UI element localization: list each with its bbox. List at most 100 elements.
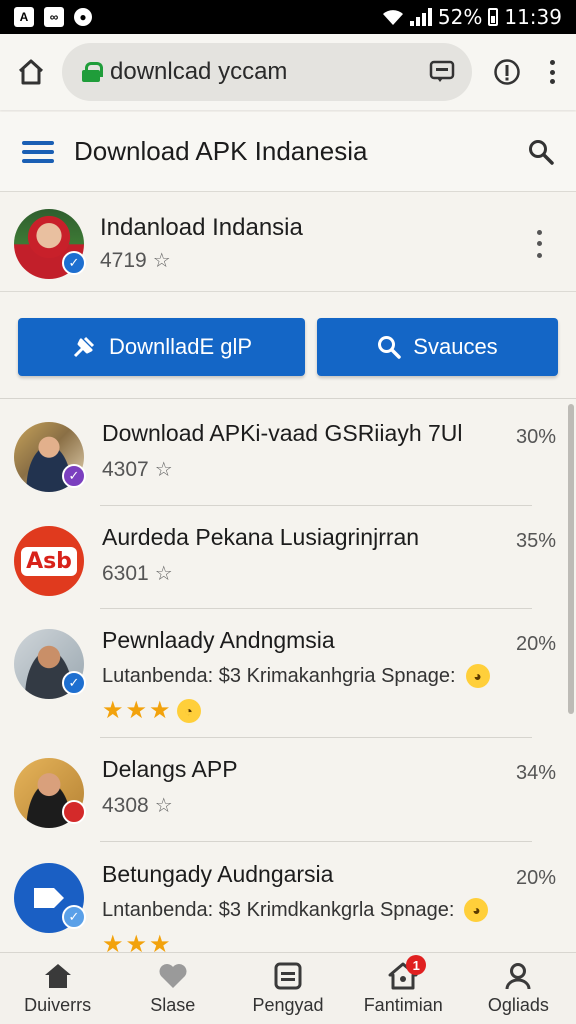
document-icon — [273, 961, 303, 991]
search-icon — [378, 336, 402, 359]
avatar: ✓ — [14, 422, 86, 492]
verified-badge-icon: ✓ — [62, 905, 86, 929]
search-button[interactable]: Svauces — [317, 318, 558, 376]
item-description: Lutanbenda: $3 Krimakanhgria Spnage: — [102, 664, 456, 687]
item-percent: 20% — [515, 867, 556, 889]
item-title: Aurdeda Pekana Lusiagrinjrran — [102, 524, 420, 550]
star-filled-icon: ★ — [149, 697, 171, 724]
scrollbar[interactable] — [568, 404, 574, 714]
star-icon: ☆ — [154, 563, 173, 585]
signal-icon — [409, 8, 432, 26]
hamburger-menu-icon[interactable] — [22, 140, 54, 163]
item-percent: 30% — [515, 426, 556, 448]
item-description: Lntanbenda: $3 Krimdkankgrla Spnage: — [102, 898, 455, 921]
emoji-icon: ◕ — [464, 898, 489, 922]
star-icon: ☆ — [152, 250, 171, 272]
star-icon: ☆ — [154, 795, 173, 817]
avatar: ✓ — [14, 629, 86, 699]
item-count: 4308 — [102, 793, 149, 817]
list-item[interactable]: Asb Aurdeda Pekana Lusiagrinjrran 6301 ☆… — [0, 524, 566, 596]
item-title: Betungady Audngarsia — [102, 861, 334, 887]
item-title: Download APKi-vaad GSRiiayh 7Ul — [102, 420, 463, 446]
item-title: Pewnlaady Andngmsia — [102, 627, 335, 653]
heart-icon — [158, 961, 188, 991]
page-title: Download APK Indanesia — [74, 136, 368, 166]
item-divider — [100, 737, 532, 738]
app-logo: Asb — [14, 526, 84, 596]
bottom-navigation: Duiverrs Slase Pengyad 1 Fantimian Oglia… — [0, 952, 576, 1024]
download-button[interactable]: DownlladE glP — [18, 318, 305, 376]
status-bar: A ∞ ● 52% 11:39 — [0, 0, 576, 34]
link-app-icon: ∞ — [44, 7, 64, 27]
nav-label: Slase — [150, 995, 196, 1015]
list-item[interactable]: ✓ Pewnlaady Andngmsia Lutanbenda: $3 Kri… — [0, 627, 566, 725]
app-logo-text: Asb — [21, 546, 77, 576]
more-options-icon[interactable] — [534, 229, 544, 258]
verified-badge-icon: ✓ — [62, 464, 86, 488]
item-divider — [100, 505, 532, 506]
address-bar[interactable]: downlcad yccam — [62, 43, 472, 101]
nav-item-notifications[interactable]: 1 Fantimian — [346, 953, 461, 1024]
battery-percent: 52% — [437, 5, 483, 29]
nav-item-documents[interactable]: Pengyad — [230, 953, 345, 1024]
clock: 11:39 — [504, 5, 562, 29]
video-arrow-icon — [34, 888, 64, 908]
home-icon[interactable] — [14, 55, 48, 89]
item-divider — [100, 841, 532, 842]
notification-icon: 1 — [388, 955, 427, 991]
nav-item-favorites[interactable]: Slase — [115, 953, 230, 1024]
item-percent: 35% — [515, 530, 556, 552]
profile-count: 4719 — [100, 248, 147, 272]
avatar: ✓ — [14, 208, 86, 279]
section-divider — [0, 398, 576, 399]
browser-menu-icon[interactable] — [542, 57, 562, 87]
search-button-label: Svauces — [413, 334, 498, 359]
lock-icon — [82, 62, 103, 82]
nav-label: Fantimian — [363, 995, 443, 1015]
nav-item-home[interactable]: Duiverrs — [0, 953, 115, 1024]
reader-mode-icon[interactable] — [428, 58, 456, 86]
item-title: Delangs APP — [102, 756, 238, 782]
list-item[interactable]: ✓ Download APKi-vaad GSRiiayh 7Ul 4307 ☆… — [0, 420, 566, 492]
profile-icon — [503, 961, 533, 991]
info-icon[interactable] — [492, 57, 522, 87]
item-count: 4307 — [102, 457, 149, 481]
verified-badge-icon: ✓ — [62, 250, 86, 275]
search-icon[interactable] — [528, 139, 554, 165]
emoji-icon: ◔ — [176, 698, 201, 723]
home-icon — [43, 961, 73, 991]
notification-app-icon: A — [14, 7, 34, 27]
profile-name: Indanload Indansia — [100, 214, 303, 241]
app-logo: ✓ — [14, 863, 86, 933]
nav-label: Pengyad — [252, 995, 324, 1015]
battery-icon — [488, 8, 499, 26]
wifi-icon — [382, 10, 403, 25]
star-icon: ☆ — [154, 459, 173, 481]
location-icon: ● — [74, 8, 92, 26]
record-badge-icon — [62, 800, 86, 824]
app-header: Download APK Indanesia — [0, 112, 576, 192]
star-filled-icon: ★ — [102, 697, 124, 724]
item-percent: 20% — [515, 633, 556, 655]
verified-badge-icon: ✓ — [62, 671, 86, 695]
emoji-icon: ◕ — [465, 664, 490, 688]
nav-label: Duiverrs — [24, 995, 92, 1015]
item-percent: 34% — [515, 762, 556, 784]
pin-icon — [73, 336, 95, 358]
featured-profile[interactable]: ✓ Indanload Indansia 4719 ☆ — [0, 196, 576, 292]
star-filled-icon: ★ — [125, 697, 148, 724]
status-notifications: A ∞ ● — [14, 7, 92, 27]
nav-label: Ogliads — [487, 995, 549, 1015]
avatar — [14, 758, 86, 828]
list-item[interactable]: Delangs APP 4308 ☆ 34% — [0, 756, 566, 828]
star-rating: ★ ★ ★ ◔ — [102, 696, 552, 725]
nav-item-profile[interactable]: Ogliads — [461, 953, 576, 1024]
item-count: 6301 — [102, 561, 149, 585]
notification-badge: 1 — [406, 955, 427, 975]
browser-toolbar: downlcad yccam — [0, 34, 576, 110]
url-text[interactable]: downlcad yccam — [110, 58, 428, 86]
item-divider — [100, 608, 532, 609]
list-item[interactable]: ✓ Betungady Audngarsia Lntanbenda: $3 Kr… — [0, 861, 566, 959]
status-indicators: 52% 11:39 — [382, 5, 562, 29]
download-button-label: DownlladE glP — [108, 334, 253, 359]
